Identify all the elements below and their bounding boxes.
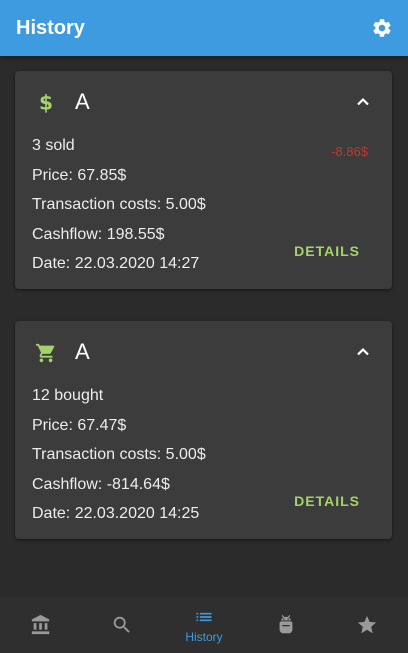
transaction-costs: Transaction costs: 5.00$ <box>32 446 206 463</box>
transaction-card-header[interactable]: A <box>15 321 392 385</box>
bottom-navigation: History <box>0 597 408 653</box>
transaction-title: A <box>75 339 90 364</box>
transaction-card: $ A 3 sold -8.86$ Price: 67.85$ Transact… <box>15 71 392 289</box>
price-change: -8.86$ <box>331 144 368 159</box>
details-button[interactable]: DETAILS <box>294 493 360 509</box>
transaction-date: Date: 22.03.2020 14:25 <box>32 505 200 522</box>
bank-icon <box>31 614 50 635</box>
transaction-cashflow: Cashflow: -814.64$ <box>32 476 170 493</box>
transaction-costs: Transaction costs: 5.00$ <box>32 196 206 213</box>
chevron-up-icon <box>357 97 369 106</box>
chevron-up-icon <box>357 347 369 356</box>
nav-item-search[interactable] <box>82 597 164 653</box>
page-title: History <box>16 16 85 39</box>
history-list: $ A 3 sold -8.86$ Price: 67.85$ Transact… <box>0 56 408 597</box>
gear-icon <box>373 19 391 37</box>
transaction-title: A <box>75 89 90 114</box>
transaction-cashflow: Cashflow: 198.55$ <box>32 226 165 243</box>
nav-label-history: History <box>185 629 223 644</box>
cart-icon <box>35 341 57 365</box>
nav-item-favorites[interactable] <box>326 597 408 653</box>
svg-text:$: $ <box>39 92 53 114</box>
list-icon <box>196 612 212 621</box>
dollar-icon: $ <box>35 91 57 115</box>
transaction-price: Price: 67.47$ <box>32 417 127 434</box>
settings-button[interactable] <box>370 16 394 40</box>
star-icon <box>358 615 377 634</box>
transaction-quantity: 3 sold <box>32 137 75 154</box>
app-root: History $ A 3 sold -8.86$ Price: 67.85$ … <box>0 0 408 653</box>
collapse-button[interactable] <box>352 91 374 113</box>
nav-item-history[interactable]: History <box>163 597 245 653</box>
transaction-price: Price: 67.85$ <box>32 167 127 184</box>
android-icon <box>279 615 292 634</box>
transaction-date: Date: 22.03.2020 14:27 <box>32 255 200 272</box>
collapse-button[interactable] <box>352 341 374 363</box>
nav-item-portfolio[interactable] <box>0 597 82 653</box>
details-button[interactable]: DETAILS <box>294 243 360 259</box>
transaction-quantity: 12 bought <box>32 387 104 404</box>
transaction-card: A 12 bought Price: 67.47$ Transaction co… <box>15 321 392 539</box>
search-icon <box>114 616 131 633</box>
nav-item-bot[interactable] <box>245 597 327 653</box>
transaction-card-header[interactable]: $ A <box>15 71 392 135</box>
app-bar: History <box>0 0 408 56</box>
